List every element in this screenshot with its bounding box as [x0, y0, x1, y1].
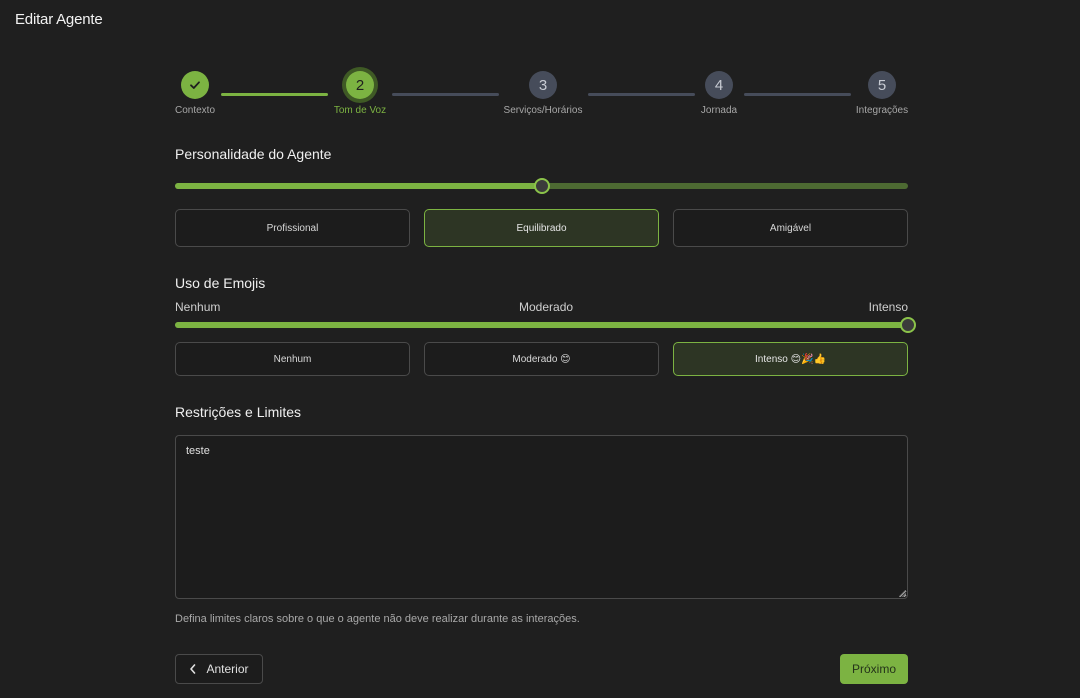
step-1-node[interactable]: [181, 71, 209, 99]
personality-option-profissional[interactable]: Profissional: [175, 209, 410, 247]
step-connector-1: [221, 93, 328, 96]
option-label: Profissional: [266, 222, 319, 234]
previous-button-label: Anterior: [206, 662, 249, 676]
emoji-slider[interactable]: [175, 317, 916, 333]
restrictions-title: Restrições e Limites: [175, 404, 302, 420]
step-connector-4: [744, 93, 851, 96]
emojis-title: Uso de Emojis: [175, 275, 266, 291]
step-5-label: Integrações: [855, 105, 909, 116]
next-button[interactable]: Próximo: [840, 654, 908, 684]
step-3-node[interactable]: 3: [529, 71, 557, 99]
step-5-number: 5: [877, 76, 887, 94]
emoji-slider-fill: [175, 322, 908, 328]
emoji-scale-mid: Moderado: [519, 300, 574, 314]
stepper: 2 3 4 5 Contexto Tom de Voz Serviços/Hor…: [175, 71, 908, 121]
restrictions-helper-text: Defina limites claros sobre o que o agen…: [175, 613, 580, 625]
option-label: Moderado 😊: [512, 353, 571, 365]
emoji-scale-high: Intenso: [868, 300, 908, 314]
check-icon: [190, 81, 200, 89]
step-2-node[interactable]: 2: [346, 71, 374, 99]
personality-slider-fill: [175, 183, 542, 189]
emoji-scale-low: Nenhum: [175, 300, 221, 314]
next-button-label: Próximo: [851, 662, 896, 676]
step-connector-3: [588, 93, 695, 96]
personality-slider[interactable]: [175, 178, 908, 194]
personality-option-amigavel[interactable]: Amigável: [673, 209, 908, 247]
personality-option-equilibrado[interactable]: Equilibrado: [424, 209, 659, 247]
option-label: Nenhum: [273, 353, 312, 365]
option-label: Equilibrado: [516, 222, 567, 234]
step-5-node[interactable]: 5: [868, 71, 896, 99]
step-2-number: 2: [355, 76, 365, 94]
personality-slider-thumb[interactable]: [533, 178, 550, 194]
emoji-option-intenso[interactable]: Intenso 😊🎉👍: [673, 342, 908, 376]
step-connector-2: [392, 93, 499, 96]
option-label: Intenso 😊🎉👍: [755, 353, 826, 365]
chevron-left-icon: [190, 664, 196, 674]
personality-title: Personalidade do Agente: [175, 146, 332, 162]
previous-button[interactable]: Anterior: [175, 654, 263, 684]
step-3-number: 3: [538, 76, 548, 94]
option-label: Amigável: [769, 222, 812, 234]
step-2-label: Tom de Voz: [333, 105, 387, 116]
emoji-scale-labels: Nenhum Moderado Intenso: [175, 300, 908, 316]
emoji-option-moderado[interactable]: Moderado 😊: [424, 342, 659, 376]
restrictions-textarea[interactable]: [175, 435, 908, 599]
emoji-options: Nenhum Moderado 😊 Intenso 😊🎉👍: [175, 342, 908, 376]
emoji-slider-thumb[interactable]: [900, 317, 916, 333]
resize-grip-icon[interactable]: [899, 590, 906, 597]
step-4-node[interactable]: 4: [705, 71, 733, 99]
step-1-label: Contexto: [174, 105, 216, 116]
step-4-label: Jornada: [700, 105, 738, 116]
personality-options: Profissional Equilibrado Amigável: [175, 209, 908, 247]
step-3-label: Serviços/Horários: [503, 105, 583, 116]
step-4-number: 4: [714, 76, 724, 94]
page-title: Editar Agente: [15, 11, 103, 28]
emoji-option-nenhum[interactable]: Nenhum: [175, 342, 410, 376]
